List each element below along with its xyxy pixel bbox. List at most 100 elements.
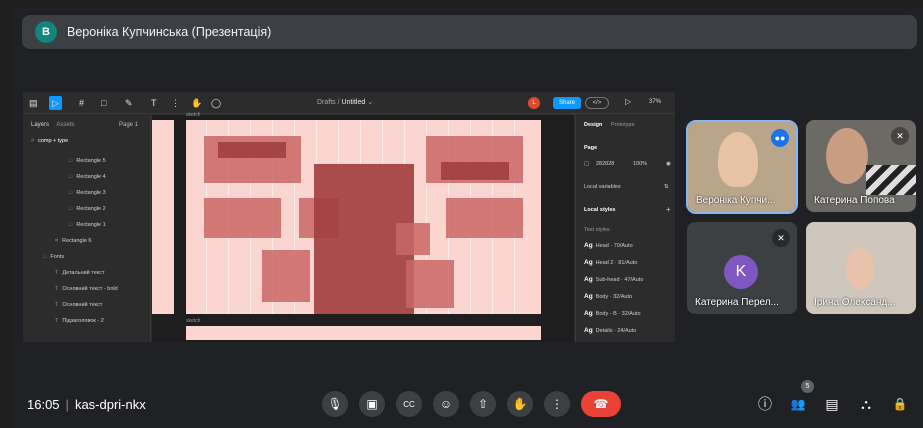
add-style-icon[interactable]: + bbox=[666, 205, 671, 214]
page-selector[interactable]: Page 1 bbox=[119, 122, 138, 128]
user-avatar[interactable]: L bbox=[528, 97, 540, 109]
layer-row[interactable]: T Підзаголовок - 2 bbox=[55, 318, 104, 324]
participant-video bbox=[846, 248, 874, 290]
mic-icon: 🎙 bbox=[327, 397, 343, 411]
frame-label: sketch bbox=[186, 112, 201, 118]
layer-row[interactable]: □ Fonts bbox=[43, 254, 64, 260]
zoom-level[interactable]: 37% bbox=[649, 99, 661, 105]
meeting-details-button[interactable]: ⓘ bbox=[755, 394, 775, 414]
chat-button[interactable]: ▤ bbox=[822, 394, 842, 414]
layers-panel: Layers Assets Page 1 # comp + type □ Recta… bbox=[23, 115, 151, 342]
eye-icon[interactable]: ◉ bbox=[666, 161, 671, 167]
rectangle[interactable] bbox=[441, 162, 509, 180]
layer-row[interactable]: ⌗ Rectangle 6 bbox=[55, 238, 91, 245]
figma-toolbar: ▤ ▷ # □ ✎ T ⋮ ✋ ◯ Drafts / Untitled ⌄ L … bbox=[23, 92, 675, 114]
meeting-info: 16:05 | kas-dpri-nkx bbox=[27, 397, 146, 412]
page-color-swatch[interactable]: ▢ bbox=[584, 161, 589, 167]
dev-mode-toggle[interactable]: </> bbox=[585, 97, 609, 109]
more-options-button[interactable]: ⋮ bbox=[544, 391, 570, 417]
page-color[interactable]: 282828 bbox=[596, 161, 614, 167]
layers-tabs: Layers Assets bbox=[31, 122, 80, 128]
camera-icon: ▣ bbox=[366, 397, 378, 411]
page-section: Page bbox=[584, 145, 598, 151]
artboard-main bbox=[186, 120, 541, 314]
text-style-item[interactable]: Ag Body - B · 32/Auto bbox=[584, 310, 641, 317]
resources-icon[interactable]: ⋮ bbox=[171, 96, 180, 110]
rectangle[interactable] bbox=[262, 250, 310, 302]
activities-button[interactable]: ⛬ bbox=[856, 394, 876, 414]
captions-button[interactable]: CC bbox=[396, 391, 422, 417]
text-style-item[interactable]: Ag Body · 32/Auto bbox=[584, 293, 632, 300]
shape-tool-icon[interactable]: □ bbox=[101, 96, 106, 110]
rectangle[interactable] bbox=[446, 198, 523, 238]
text-style-item[interactable]: Ag Head · 70/Auto bbox=[584, 242, 633, 249]
layer-row[interactable]: □ Rectangle 1 bbox=[69, 222, 106, 228]
layer-row[interactable]: T Основний текст bbox=[55, 302, 102, 308]
raise-hand-button[interactable]: ✋ bbox=[507, 391, 533, 417]
participant-avatar: K bbox=[724, 255, 758, 289]
share-button[interactable]: Share bbox=[553, 97, 581, 109]
assets-tab[interactable]: Assets bbox=[56, 122, 74, 128]
prototype-tab[interactable]: Prototype bbox=[611, 122, 635, 128]
comment-tool-icon[interactable]: ◯ bbox=[211, 96, 221, 110]
frame-tool-icon[interactable]: # bbox=[79, 96, 84, 110]
text-tool-icon[interactable]: T bbox=[151, 96, 157, 110]
present-button[interactable]: ⇧ bbox=[470, 391, 496, 417]
people-icon: 👥 bbox=[790, 397, 806, 411]
end-call-icon: ☎ bbox=[593, 397, 609, 411]
participant-tile[interactable]: ✕ Катерина Попова bbox=[806, 120, 916, 212]
activities-icon: ⛬ bbox=[861, 396, 871, 412]
host-controls-button[interactable]: 🔒 bbox=[890, 394, 910, 414]
participant-video bbox=[718, 132, 758, 187]
rectangle[interactable] bbox=[204, 198, 281, 238]
page-opacity[interactable]: 100% bbox=[633, 161, 647, 167]
captions-icon: CC bbox=[403, 399, 415, 409]
layers-tab[interactable]: Layers bbox=[31, 122, 49, 128]
mic-off-icon: ✕ bbox=[891, 127, 909, 145]
file-title[interactable]: Drafts / Untitled ⌄ bbox=[317, 98, 373, 106]
figma-canvas[interactable]: sketch sketch bbox=[152, 112, 574, 342]
hand-icon: ✋ bbox=[512, 397, 528, 411]
local-variables[interactable]: Local variables bbox=[584, 184, 621, 190]
artboard-bottom bbox=[186, 326, 541, 340]
presenter-label: Вероніка Купчинська (Презентація) bbox=[67, 25, 272, 39]
layer-row[interactable]: # comp + type bbox=[31, 138, 68, 144]
rectangle[interactable] bbox=[406, 260, 454, 308]
mic-button[interactable]: 🎙 bbox=[322, 391, 348, 417]
emoji-button[interactable]: ☺ bbox=[433, 391, 459, 417]
participant-video bbox=[826, 128, 868, 184]
meeting-code: kas-dpri-nkx bbox=[74, 397, 146, 412]
camera-button[interactable]: ▣ bbox=[359, 391, 385, 417]
layer-row[interactable]: □ Rectangle 3 bbox=[69, 190, 106, 196]
main-menu-icon[interactable]: ▤ bbox=[29, 96, 38, 110]
text-styles-label: Text styles bbox=[584, 227, 610, 233]
leave-call-button[interactable]: ☎ bbox=[581, 391, 621, 417]
move-tool-icon[interactable]: ▷ bbox=[49, 96, 62, 110]
layer-row[interactable]: □ Rectangle 4 bbox=[69, 174, 106, 180]
people-count-badge: 5 bbox=[801, 380, 814, 393]
text-style-item[interactable]: Ag Sub-head · 47/Auto bbox=[584, 276, 643, 283]
text-style-item[interactable]: Ag Details · 24/Auto bbox=[584, 327, 636, 334]
present-play-icon[interactable]: ▷ bbox=[625, 97, 631, 106]
participant-name: Вероніка Купчи... bbox=[696, 195, 776, 206]
shared-screen[interactable]: ▤ ▷ # □ ✎ T ⋮ ✋ ◯ Drafts / Untitled ⌄ L … bbox=[23, 92, 675, 342]
variables-icon[interactable]: ⇅ bbox=[664, 184, 669, 190]
layer-row[interactable]: □ Rectangle 5 bbox=[69, 158, 106, 164]
rectangle[interactable] bbox=[396, 223, 430, 255]
pen-tool-icon[interactable]: ✎ bbox=[125, 96, 133, 110]
design-tab[interactable]: Design bbox=[584, 122, 602, 128]
people-button[interactable]: 👥 bbox=[788, 394, 808, 414]
hand-tool-icon[interactable]: ✋ bbox=[191, 96, 202, 110]
presenter-avatar: B bbox=[35, 21, 57, 43]
layer-row[interactable]: □ Rectangle 2 bbox=[69, 206, 106, 212]
rectangle[interactable] bbox=[218, 142, 286, 158]
present-icon: ⇧ bbox=[477, 397, 489, 411]
layer-row[interactable]: T Основний текст - bold bbox=[55, 286, 118, 292]
text-style-item[interactable]: Ag Head 2 · 81/Auto bbox=[584, 259, 637, 266]
speaking-icon: ●● bbox=[771, 129, 789, 147]
participant-tile[interactable]: ✕ K Катерина Перел... bbox=[687, 222, 797, 314]
participant-tile[interactable]: Ірина Олександ... bbox=[806, 222, 916, 314]
frame-label-2: sketch bbox=[186, 318, 201, 324]
participant-tile[interactable]: ●● Вероніка Купчи... bbox=[686, 120, 798, 214]
layer-row[interactable]: T Детальний текст bbox=[55, 270, 105, 276]
